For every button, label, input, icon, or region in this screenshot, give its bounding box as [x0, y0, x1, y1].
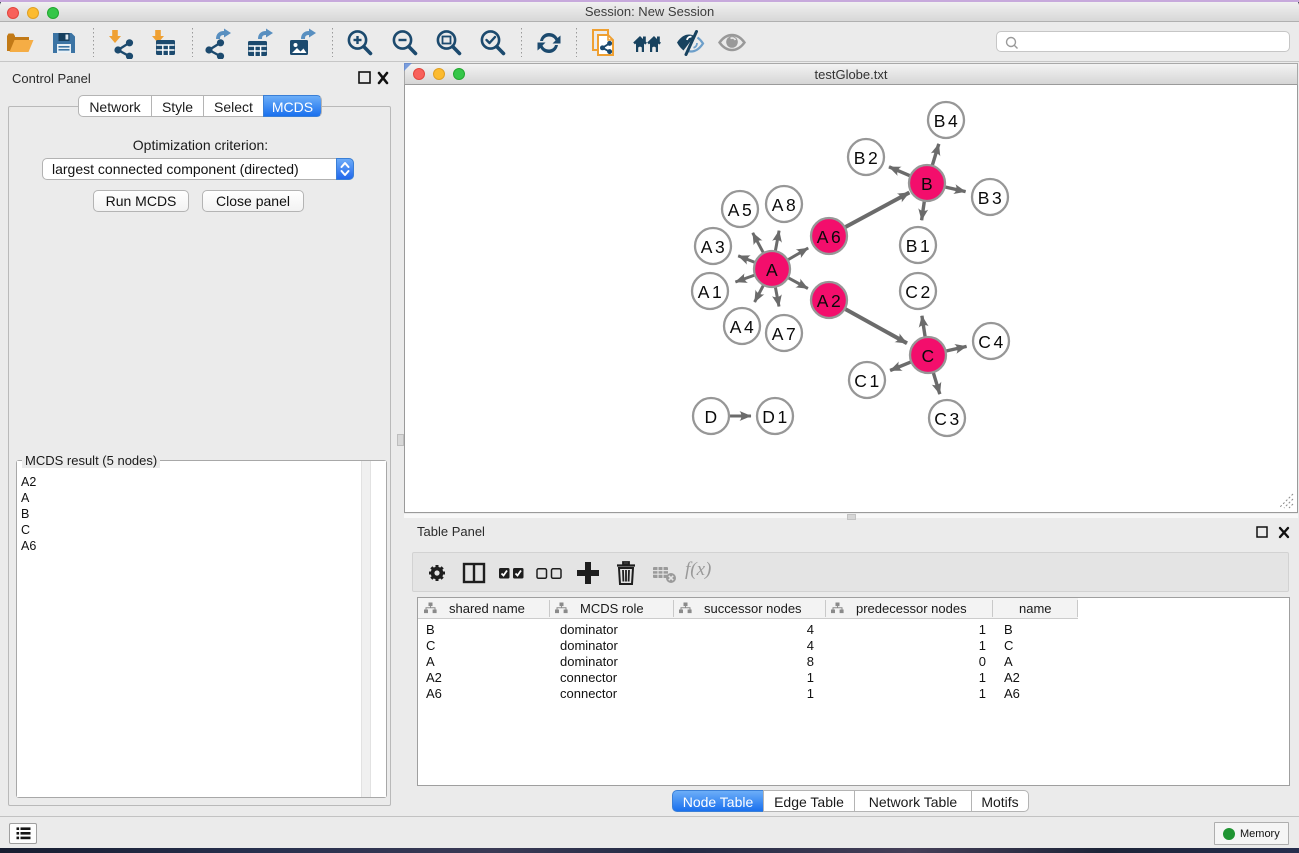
svg-text:A7: A7 [772, 324, 799, 344]
svg-text:C2: C2 [905, 282, 933, 302]
svg-text:A6: A6 [817, 227, 844, 247]
svg-text:A: A [766, 260, 780, 280]
svg-text:D: D [704, 407, 719, 427]
svg-text:D1: D1 [762, 407, 790, 427]
svg-text:A3: A3 [701, 237, 728, 257]
svg-text:C3: C3 [934, 409, 962, 429]
svg-text:A5: A5 [728, 200, 755, 220]
svg-text:B: B [921, 174, 935, 194]
svg-text:B1: B1 [906, 236, 933, 256]
svg-text:A8: A8 [772, 195, 799, 215]
svg-text:B4: B4 [934, 111, 961, 131]
svg-text:C4: C4 [978, 332, 1006, 352]
svg-text:C: C [921, 346, 936, 366]
svg-text:A2: A2 [817, 291, 844, 311]
svg-text:A4: A4 [730, 317, 757, 337]
svg-text:B3: B3 [978, 188, 1005, 208]
svg-text:A1: A1 [698, 282, 725, 302]
svg-text:B2: B2 [854, 148, 881, 168]
svg-text:C1: C1 [854, 371, 882, 391]
